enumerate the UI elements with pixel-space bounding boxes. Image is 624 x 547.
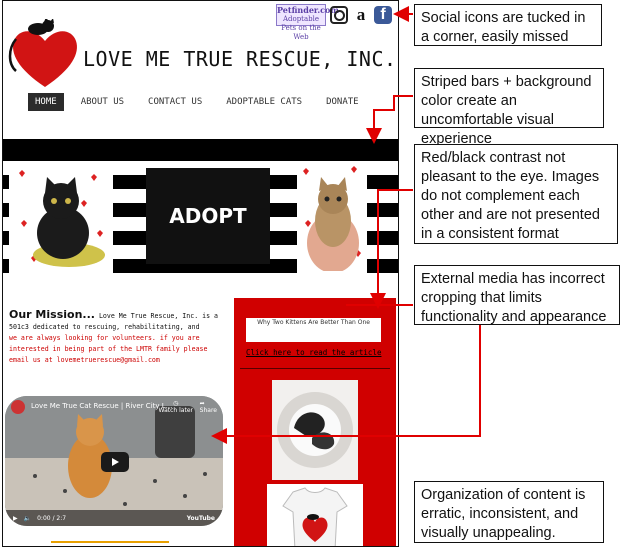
callout-red-black-contrast: Red/black contrast not pleasant to the e… [414,144,618,244]
callout-social-icons: Social icons are tucked in a corner, eas… [414,4,602,46]
callout-organization: Organization of content is erratic, inco… [414,481,604,543]
callout-striped-bars: Striped bars + background color create a… [414,68,604,147]
callout-external-media: External media has incorrect cropping th… [414,265,620,325]
